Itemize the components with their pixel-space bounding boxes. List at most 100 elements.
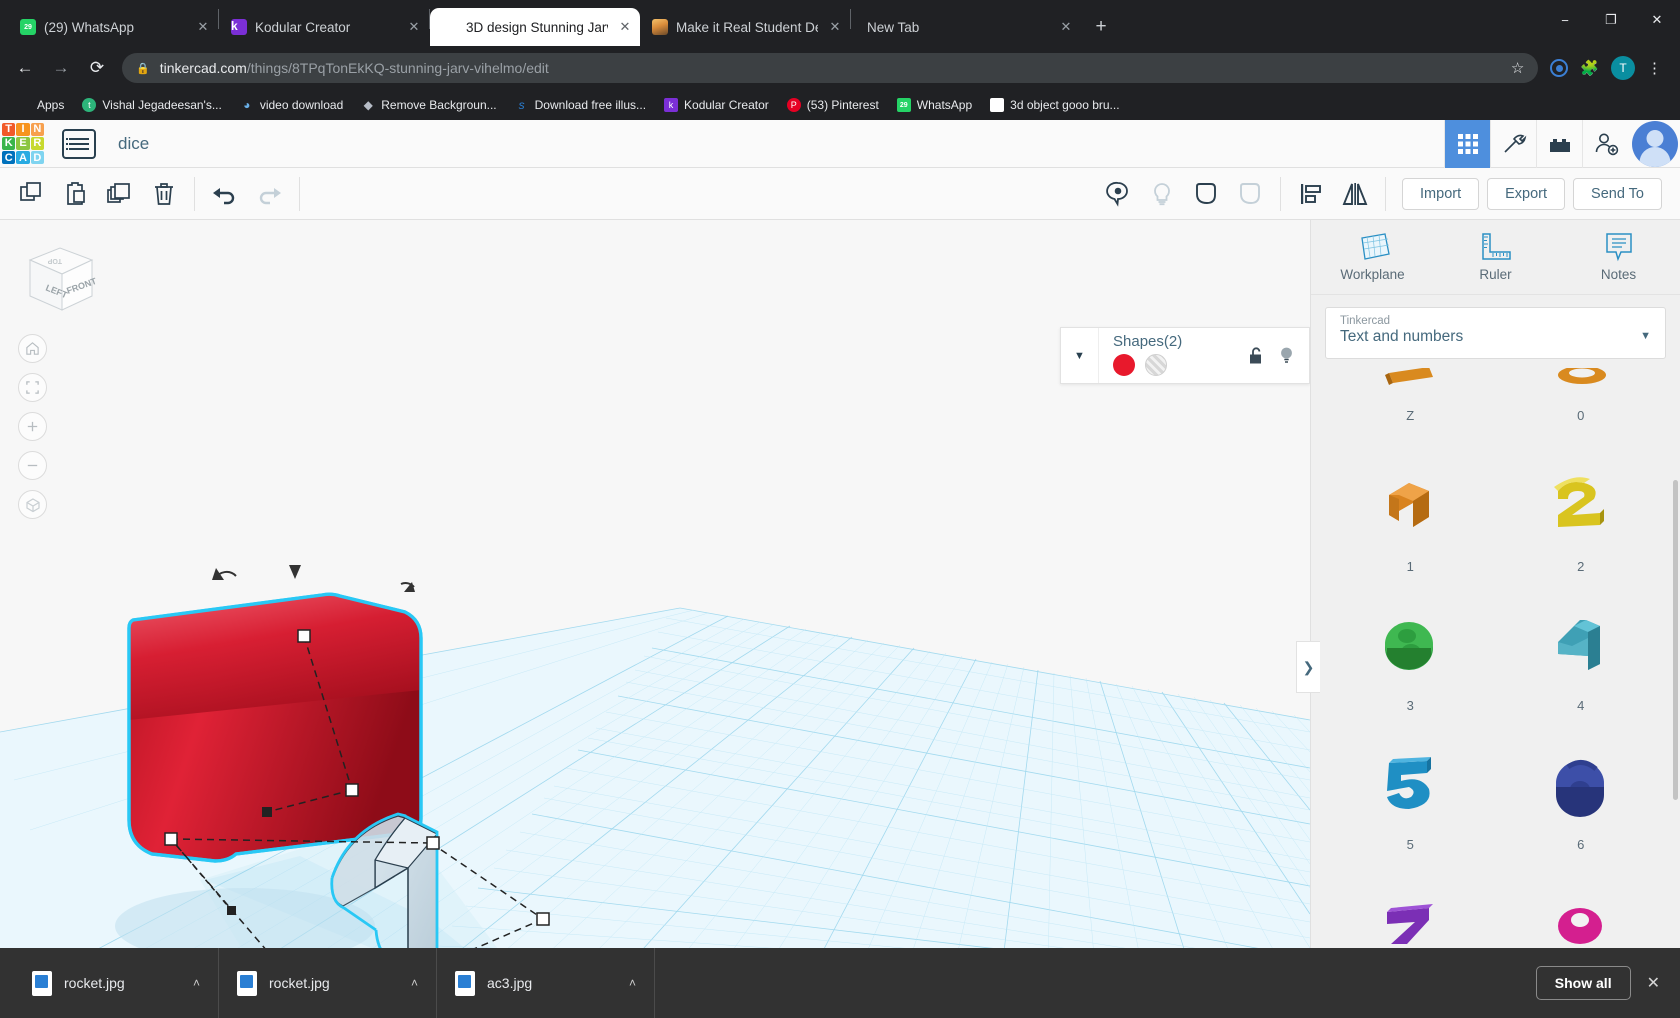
color-swatch-solid[interactable] bbox=[1113, 354, 1135, 376]
bookmark-star-icon[interactable]: ☆ bbox=[1511, 59, 1524, 77]
home-view-button[interactable] bbox=[18, 334, 47, 363]
shape-thumbnail bbox=[1371, 368, 1449, 406]
light-button[interactable] bbox=[1140, 172, 1184, 216]
fit-icon bbox=[26, 381, 39, 394]
back-icon[interactable]: ← bbox=[8, 51, 42, 85]
minimize-button[interactable]: − bbox=[1542, 0, 1588, 40]
browser-tab-kodular[interactable]: k Kodular Creator ✕ bbox=[219, 8, 429, 46]
forward-icon[interactable]: → bbox=[44, 51, 78, 85]
import-button[interactable]: Import bbox=[1402, 177, 1480, 210]
project-list-icon[interactable] bbox=[62, 128, 96, 159]
window-controls: − ❐ ✕ bbox=[1542, 0, 1680, 40]
unlock-icon[interactable] bbox=[1248, 346, 1265, 365]
solid-button[interactable] bbox=[1184, 172, 1228, 216]
shape-label: 2 bbox=[1577, 559, 1585, 574]
tab-blocks[interactable] bbox=[1536, 119, 1582, 168]
copy-button[interactable] bbox=[10, 172, 54, 216]
show-all-downloads-button[interactable]: Show all bbox=[1535, 966, 1631, 1000]
window-close-button[interactable]: ✕ bbox=[1634, 0, 1680, 40]
shape-label: 0 bbox=[1577, 408, 1585, 423]
chevron-up-icon[interactable]: ˄ bbox=[629, 976, 636, 990]
browser-menu-icon[interactable]: ⋮ bbox=[1647, 59, 1662, 77]
shape-item-3[interactable]: 3 bbox=[1325, 596, 1496, 713]
bookmark-pinterest[interactable]: P (53) Pinterest bbox=[780, 95, 886, 115]
browser-tab-whatsapp[interactable]: (29) WhatsApp ✕ bbox=[8, 8, 218, 46]
maximize-button[interactable]: ❐ bbox=[1588, 0, 1634, 40]
url-path: /things/8TPqTonEkKQ-stunning-jarv-vihelm… bbox=[246, 60, 549, 76]
bookmark-apps[interactable]: Apps bbox=[10, 95, 71, 115]
browser-tab-tinkercad[interactable]: 3D design Stunning Jarv-Vihelmo ✕ bbox=[430, 8, 640, 46]
chevron-down-icon[interactable]: ▼ bbox=[1061, 328, 1099, 383]
shape-item-5[interactable]: 5 bbox=[1325, 735, 1496, 852]
duplicate-button[interactable] bbox=[98, 172, 142, 216]
export-button[interactable]: Export bbox=[1487, 177, 1566, 210]
bookmark-3d-object[interactable]: 3d object gooo bru... bbox=[983, 95, 1126, 115]
bookmark-video-download[interactable]: ◕ video download bbox=[233, 95, 350, 115]
sidebar-tool-ruler[interactable]: Ruler bbox=[1446, 232, 1546, 282]
shape-item-z[interactable]: Z bbox=[1325, 368, 1496, 423]
shape-library-grid[interactable]: Z 0 1 2 3 4 5 6 bbox=[1311, 368, 1680, 968]
browser-tab-newtab[interactable]: New Tab ✕ bbox=[851, 8, 1081, 46]
bookmark-whatsapp[interactable]: WhatsApp bbox=[890, 95, 979, 115]
redo-button[interactable] bbox=[247, 172, 291, 216]
user-avatar[interactable] bbox=[1632, 120, 1678, 167]
shape-item-4[interactable]: 4 bbox=[1496, 596, 1667, 713]
fit-view-button[interactable] bbox=[18, 373, 47, 402]
close-icon[interactable]: ✕ bbox=[194, 18, 212, 36]
bookmark-download-illustrations[interactable]: s Download free illus... bbox=[508, 95, 653, 115]
close-icon[interactable]: ✕ bbox=[616, 18, 634, 36]
tab-codeblocks[interactable] bbox=[1490, 119, 1536, 168]
mirror-button[interactable] bbox=[1333, 172, 1377, 216]
bookmark-remove-background[interactable]: ◆ Remove Backgroun... bbox=[354, 95, 503, 115]
tinkercad-t-icon: t bbox=[82, 98, 97, 112]
note-button[interactable] bbox=[1096, 172, 1140, 216]
sidebar-tool-workplane[interactable]: Workplane bbox=[1323, 232, 1423, 282]
add-person-icon bbox=[1595, 133, 1618, 155]
bookmark-kodular[interactable]: k Kodular Creator bbox=[657, 95, 776, 115]
close-icon[interactable]: ✕ bbox=[405, 18, 423, 36]
zoom-out-button[interactable] bbox=[18, 451, 47, 480]
download-item[interactable]: rocket.jpg ˄ bbox=[219, 948, 437, 1018]
shape-3d-3 bbox=[1385, 622, 1434, 670]
page-title[interactable]: dice bbox=[118, 134, 149, 154]
reload-icon[interactable]: ⟳ bbox=[80, 51, 114, 85]
sidebar-tool-notes[interactable]: Notes bbox=[1569, 232, 1669, 282]
close-icon[interactable]: ✕ bbox=[1057, 18, 1075, 36]
light-bulb-icon[interactable] bbox=[1278, 346, 1295, 366]
browser-tab-makeitreal[interactable]: Make it Real Student Design Chal ✕ bbox=[640, 8, 850, 46]
chevron-up-icon[interactable]: ˄ bbox=[411, 976, 418, 990]
view-cube[interactable]: LEFT FRONT TOP bbox=[18, 238, 102, 322]
download-item[interactable]: rocket.jpg ˄ bbox=[14, 948, 219, 1018]
chevron-up-icon[interactable]: ˄ bbox=[193, 976, 200, 990]
new-tab-button[interactable]: + bbox=[1087, 13, 1115, 41]
shape-item-1[interactable]: 1 bbox=[1325, 457, 1496, 574]
tinkercad-logo[interactable]: T I N K E R C A D bbox=[0, 121, 46, 167]
shape-category-select[interactable]: Tinkercad Text and numbers ▼ bbox=[1325, 307, 1666, 359]
shape-item-0[interactable]: 0 bbox=[1496, 368, 1667, 423]
light-bulb-icon bbox=[1154, 182, 1170, 205]
tab-grid-view[interactable] bbox=[1444, 119, 1490, 168]
delete-button[interactable] bbox=[142, 172, 186, 216]
extension-circle-icon[interactable] bbox=[1550, 59, 1569, 77]
address-bar[interactable]: 🔒 tinkercad.com/things/8TPqTonEkKQ-stunn… bbox=[122, 53, 1539, 83]
undo-button[interactable] bbox=[203, 172, 247, 216]
shape-item-6[interactable]: 6 bbox=[1496, 735, 1667, 852]
close-icon[interactable]: ✕ bbox=[1647, 973, 1666, 993]
invite-people-button[interactable] bbox=[1582, 119, 1628, 168]
close-icon[interactable]: ✕ bbox=[826, 18, 844, 36]
send-to-button[interactable]: Send To bbox=[1573, 177, 1662, 210]
download-item[interactable]: ac3.jpg ˄ bbox=[437, 948, 655, 1018]
color-swatch-hole[interactable] bbox=[1145, 354, 1167, 376]
paste-button[interactable] bbox=[54, 172, 98, 216]
align-button[interactable] bbox=[1289, 172, 1333, 216]
bookmark-vishal[interactable]: t Vishal Jegadeesan's... bbox=[75, 95, 228, 115]
panel-collapse-button[interactable]: ❯ bbox=[1296, 641, 1320, 693]
shape-item-2[interactable]: 2 bbox=[1496, 457, 1667, 574]
hole-button[interactable] bbox=[1228, 172, 1272, 216]
ortho-view-button[interactable] bbox=[18, 490, 47, 519]
extensions-puzzle-icon[interactable]: 🧩 bbox=[1580, 59, 1599, 77]
avatar[interactable]: T bbox=[1611, 56, 1635, 80]
zoom-in-button[interactable] bbox=[18, 412, 47, 441]
shapes-popover[interactable]: ▼ Shapes(2) bbox=[1060, 327, 1310, 384]
sidebar-scrollbar[interactable] bbox=[1673, 480, 1678, 800]
